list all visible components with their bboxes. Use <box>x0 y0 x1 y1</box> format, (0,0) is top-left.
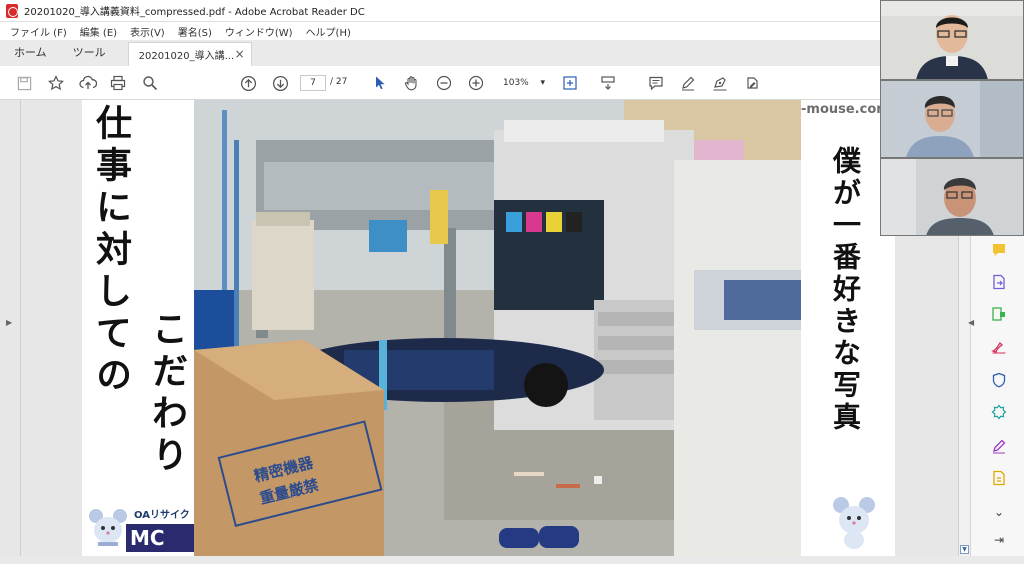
collapse-panel-icon[interactable]: ⇥ <box>989 530 1009 550</box>
tab-bar: ホーム ツール 20201020_導入講... × <box>0 40 880 66</box>
menu-edit[interactable]: 編集 (E) <box>80 24 117 39</box>
page-down-icon[interactable] <box>270 73 290 93</box>
enhance-icon[interactable] <box>989 402 1009 422</box>
sign-icon[interactable] <box>710 73 730 93</box>
search-icon[interactable] <box>140 73 160 93</box>
close-tab-icon[interactable]: × <box>235 47 245 61</box>
title-bar: 20201020_導入講義資料_compressed.pdf - Adobe A… <box>0 0 880 22</box>
menu-help[interactable]: ヘルプ(H) <box>306 24 351 39</box>
sign-tool-icon[interactable] <box>989 336 1009 356</box>
comment-tool-icon[interactable] <box>989 240 1009 260</box>
toolbar: 7 / 27 103% <box>0 66 880 100</box>
company-logo-mark: MC <box>126 524 194 552</box>
video-tile-border <box>880 80 1024 158</box>
window-title: 20201020_導入講義資料_compressed.pdf - Adobe A… <box>24 7 365 18</box>
page-up-icon[interactable] <box>238 73 258 93</box>
menu-sign[interactable]: 署名(S) <box>178 24 212 39</box>
edit-pdf-icon[interactable] <box>989 304 1009 324</box>
scroll-down-arrow-icon[interactable]: ▼ <box>960 545 969 554</box>
video-tile-participant-2[interactable] <box>880 80 1024 158</box>
highlight-pen-icon[interactable] <box>678 73 698 93</box>
mouse-mascot-icon <box>88 506 128 550</box>
print-icon[interactable] <box>108 73 128 93</box>
nav-pane-divider <box>20 100 21 556</box>
zoom-out-icon[interactable] <box>434 73 454 93</box>
video-tile-participant-3[interactable] <box>880 158 1024 236</box>
slide-right-title: 僕が一番好きな写真 <box>829 146 862 434</box>
tools-panel: ⌄ ⇥ <box>970 236 1024 556</box>
fill-sign-icon[interactable] <box>742 73 762 93</box>
tab-document[interactable]: 20201020_導入講... × <box>127 42 252 66</box>
export-pdf-icon[interactable] <box>989 272 1009 292</box>
zoom-in-icon[interactable] <box>466 73 486 93</box>
tab-home[interactable]: ホーム <box>0 44 59 66</box>
menu-bar: ファイル (F) 編集 (E) 表示(V) 署名(S) ウィンドウ(W) ヘルプ… <box>0 22 880 40</box>
hand-icon[interactable] <box>402 73 422 93</box>
page-number-input[interactable]: 7 <box>300 75 326 91</box>
mouse-mascot-icon-right <box>832 494 876 550</box>
star-icon[interactable] <box>46 73 66 93</box>
slide-photo: 精密機器 重量厳禁 <box>194 100 801 556</box>
acrobat-pdf-icon <box>6 3 18 18</box>
video-tile-participant-1[interactable] <box>880 0 1024 80</box>
menu-file[interactable]: ファイル (F) <box>10 24 67 39</box>
fit-page-icon[interactable] <box>560 73 580 93</box>
cursor-icon[interactable] <box>370 73 390 93</box>
more-tools-icon[interactable] <box>989 468 1009 488</box>
zoom-dropdown[interactable]: 103% <box>495 75 547 91</box>
slide-url-text: -mouse.com <box>801 102 890 117</box>
tab-document-label: 20201020_導入講... <box>138 51 235 62</box>
expand-chevron-icon[interactable]: ⌄ <box>989 502 1009 522</box>
upload-cloud-icon[interactable] <box>78 73 98 93</box>
pdf-page: 仕事に対しての こだわり 精密機器 重量厳禁 -mouse.com 僕が一番好き… <box>82 100 895 556</box>
expand-nav-pane-icon[interactable]: ▶ <box>6 318 12 327</box>
video-tile-border <box>880 0 1024 80</box>
slide-left-title: 仕事に対しての <box>90 104 131 398</box>
slide-left-subtitle: こだわり <box>146 310 187 478</box>
collapse-right-pane-icon[interactable]: ◀ <box>968 318 974 327</box>
company-logo-text: OAリサイク <box>134 510 190 521</box>
video-tile-border <box>880 158 1024 236</box>
comment-icon[interactable] <box>646 73 666 93</box>
protect-icon[interactable] <box>989 370 1009 390</box>
scroll-mode-icon[interactable] <box>598 73 618 93</box>
acrobat-window: 20201020_導入講義資料_compressed.pdf - Adobe A… <box>0 0 1024 564</box>
tab-tools[interactable]: ツール <box>59 44 118 66</box>
fill-sign-tool-icon[interactable] <box>989 436 1009 456</box>
save-icon[interactable] <box>14 73 34 93</box>
menu-window[interactable]: ウィンドウ(W) <box>225 24 293 39</box>
page-total: / 27 <box>330 77 348 87</box>
menu-view[interactable]: 表示(V) <box>130 24 165 39</box>
